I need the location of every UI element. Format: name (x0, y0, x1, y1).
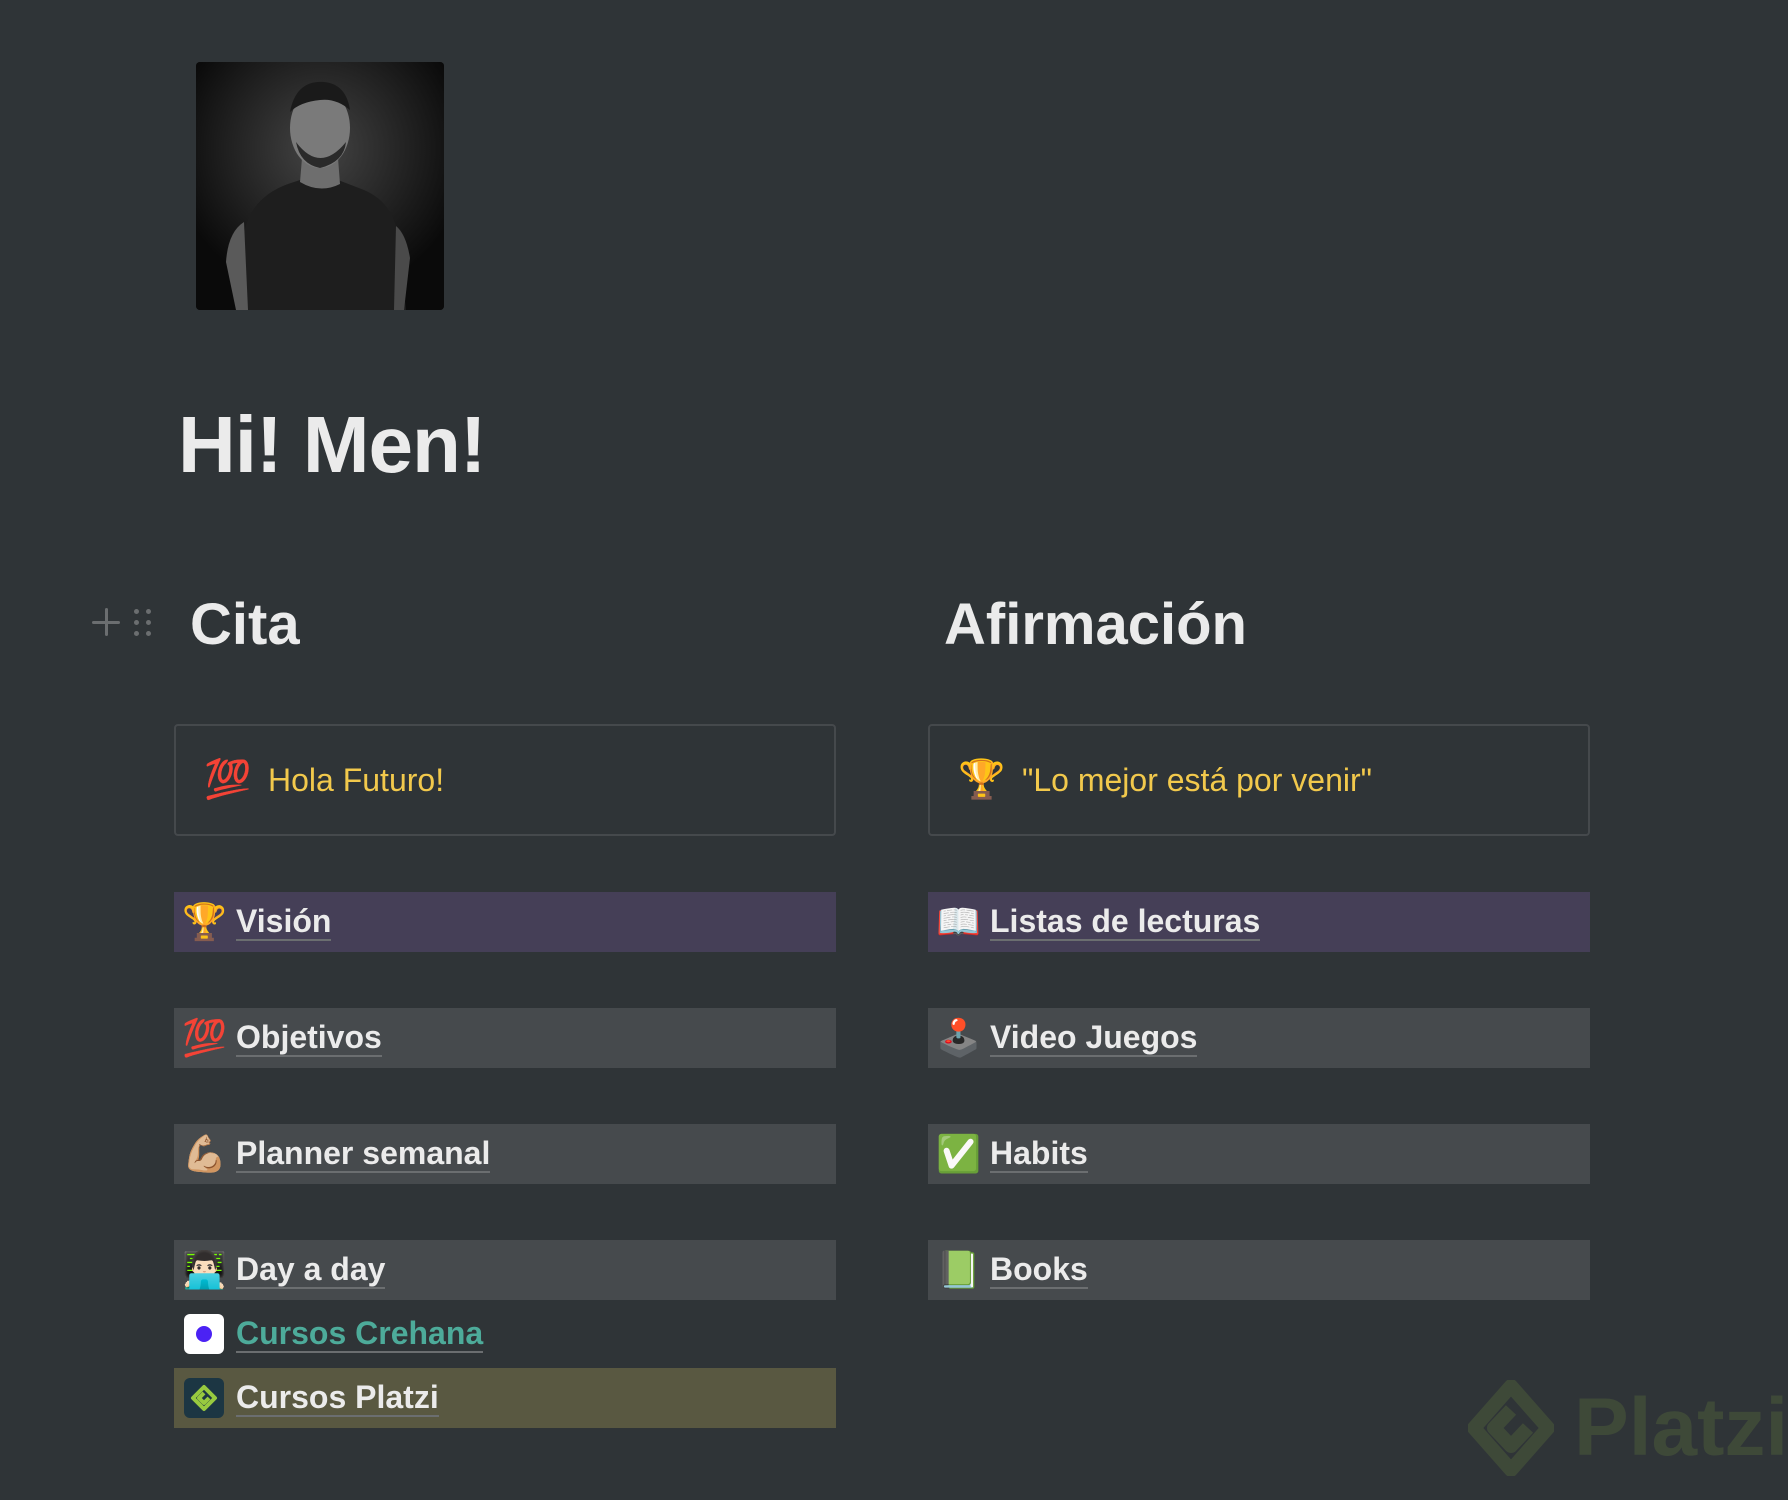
callout-text: Hola Futuro! (268, 761, 445, 798)
joystick-icon: 🕹️ (936, 1017, 981, 1058)
right-page-links: 📖 Listas de lecturas 🕹️ Video Juegos ✅ H… (928, 892, 1590, 1300)
heading-afirmacion[interactable]: Afirmación (928, 596, 1590, 666)
platzi-icon (184, 1378, 224, 1418)
hundred-points-icon: 💯 (182, 1017, 227, 1058)
page-link-label: Planner semanal (236, 1135, 491, 1174)
drag-handle-icon[interactable] (134, 608, 151, 636)
technologist-icon: 👨🏻‍💻 (182, 1249, 227, 1290)
plus-icon[interactable] (92, 608, 120, 636)
crehana-icon (184, 1314, 224, 1354)
page-link-label: Cursos Platzi (236, 1379, 439, 1418)
notion-page: Hi! Men! Cita 💯 Hola Futuro! 🏆 Visión 💯 … (0, 0, 1788, 1500)
page-link-video-juegos[interactable]: 🕹️ Video Juegos (928, 1008, 1590, 1068)
watermark-text: Platzi (1574, 1382, 1788, 1473)
callout-afirmacion[interactable]: 🏆 "Lo mejor está por venir" (928, 724, 1590, 836)
page-link-label: Books (990, 1251, 1088, 1290)
check-mark-icon: ✅ (936, 1133, 981, 1174)
page-link-label: Habits (990, 1135, 1088, 1174)
page-link-label: Objetivos (236, 1019, 382, 1058)
platzi-watermark: Platzi (1468, 1380, 1788, 1476)
right-column: Afirmación 🏆 "Lo mejor está por venir" 📖… (928, 590, 1590, 1356)
page-link-planner-semanal[interactable]: 💪🏼 Planner semanal (174, 1124, 836, 1184)
trophy-icon[interactable]: 🏆 (958, 761, 1005, 799)
callout-text: "Lo mejor está por venir" (1022, 761, 1372, 798)
page-link-listas-de-lecturas[interactable]: 📖 Listas de lecturas (928, 892, 1590, 952)
green-book-icon: 📗 (936, 1249, 981, 1290)
page-link-vision[interactable]: 🏆 Visión (174, 892, 836, 952)
page-link-label: Listas de lecturas (990, 903, 1261, 942)
trophy-icon: 🏆 (182, 901, 227, 942)
page-link-label: Day a day (236, 1251, 386, 1290)
page-title[interactable]: Hi! Men! (178, 405, 487, 485)
open-book-icon: 📖 (936, 901, 981, 942)
page-link-cursos-crehana[interactable]: Cursos Crehana (174, 1304, 836, 1364)
left-page-links: 🏆 Visión 💯 Objetivos 💪🏼 Planner semanal … (174, 892, 836, 1428)
page-link-label: Cursos Crehana (236, 1315, 484, 1354)
platzi-logo-icon (1468, 1380, 1554, 1476)
hundred-points-icon[interactable]: 💯 (204, 761, 251, 799)
callout-cita[interactable]: 💯 Hola Futuro! (174, 724, 836, 836)
flexed-biceps-icon: 💪🏼 (182, 1133, 227, 1174)
profile-photo (196, 62, 444, 310)
page-link-cursos-platzi[interactable]: Cursos Platzi (174, 1368, 836, 1428)
page-link-objetivos[interactable]: 💯 Objetivos (174, 1008, 836, 1068)
page-link-day-a-day[interactable]: 👨🏻‍💻 Day a day (174, 1240, 836, 1300)
page-link-label: Visión (236, 903, 332, 942)
block-handle (92, 602, 151, 642)
left-column: Cita 💯 Hola Futuro! 🏆 Visión 💯 Objetivos… (174, 590, 836, 1432)
heading-cita[interactable]: Cita (174, 596, 836, 666)
page-link-label: Video Juegos (990, 1019, 1198, 1058)
avatar[interactable] (196, 62, 444, 310)
page-link-books[interactable]: 📗 Books (928, 1240, 1590, 1300)
page-link-habits[interactable]: ✅ Habits (928, 1124, 1590, 1184)
